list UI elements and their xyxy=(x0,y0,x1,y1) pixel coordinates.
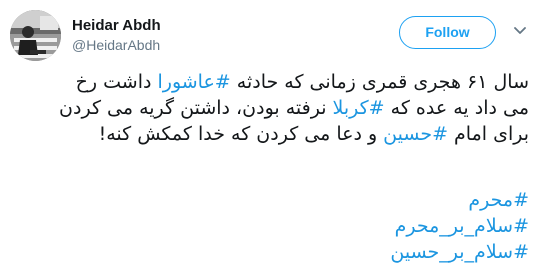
hashtag-link[interactable]: #سلام_بر_محرم xyxy=(10,213,529,239)
text-span: برای امام xyxy=(447,123,529,145)
tweet-line: سال ۶۱ هجری قمری زمانی که حادثه #عاشورا … xyxy=(10,69,529,95)
tweet-line: می داد یه عده که #کربلا نرفته بودن، داشت… xyxy=(10,95,529,121)
chevron-down-icon[interactable] xyxy=(514,27,526,35)
hashtag-link[interactable]: #حسین xyxy=(383,123,448,145)
profile-photo-icon xyxy=(10,10,61,61)
tweet-card: Heidar Abdh @HeidarAbdh Follow سال ۶۱ هج… xyxy=(0,0,547,270)
username[interactable]: @HeidarAbdh xyxy=(72,37,160,53)
text-span: می داد یه عده که xyxy=(384,97,529,119)
text-span: سال ۶۱ هجری قمری زمانی که حادثه xyxy=(230,71,529,93)
follow-button[interactable]: Follow xyxy=(399,16,496,49)
hashtag-list: #محرم #سلام_بر_محرم #سلام_بر_حسین xyxy=(10,187,529,265)
hashtag-link[interactable]: #سلام_بر_حسین xyxy=(10,239,529,265)
hashtag-link[interactable]: #کربلا xyxy=(333,97,385,119)
text-span: نرفته بودن، داشتن گریه می کردن xyxy=(59,97,333,119)
display-name[interactable]: Heidar Abdh xyxy=(72,17,161,34)
hashtag-link[interactable]: #محرم xyxy=(10,187,529,213)
text-span: و دعا می کردن که خدا کمکش کنه! xyxy=(98,123,384,145)
tweet-text: سال ۶۱ هجری قمری زمانی که حادثه #عاشورا … xyxy=(10,69,529,147)
tweet-line: برای امام #حسین و دعا می کردن که خدا کمک… xyxy=(10,121,529,147)
hashtag-link[interactable]: #عاشورا xyxy=(157,71,230,93)
avatar[interactable] xyxy=(10,10,61,61)
text-span: داشت رخ xyxy=(75,71,158,93)
